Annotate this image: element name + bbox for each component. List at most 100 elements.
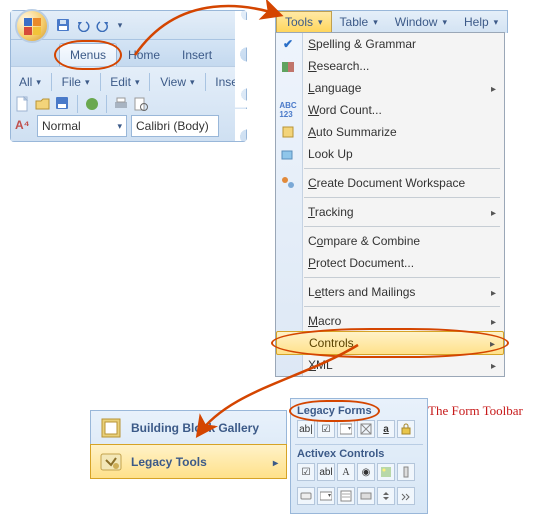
mi-lookup[interactable]: Look Up xyxy=(276,143,504,165)
toolbar-area: All File Edit View Inse xyxy=(11,66,246,141)
mi-label: XML xyxy=(308,358,491,372)
checkbox-icon[interactable]: ☑ xyxy=(317,420,335,438)
mi-compare[interactable]: Compare & Combine xyxy=(276,230,504,252)
mi-autosummarize[interactable]: Auto Summarize xyxy=(276,121,504,143)
mi-label: Spelling & Grammar xyxy=(308,37,496,51)
legacy-forms-icons: ab| ☑ a xyxy=(295,418,423,442)
menu-all[interactable]: All xyxy=(15,73,45,91)
tab-menus[interactable]: Menus xyxy=(59,43,117,66)
building-block-gallery[interactable]: Building Block Gallery xyxy=(91,411,286,445)
ax-button-icon[interactable] xyxy=(297,487,315,505)
preview-icon[interactable] xyxy=(133,96,149,112)
row-label: Legacy Tools xyxy=(131,455,207,469)
spelling-icon: ✔ xyxy=(280,36,296,52)
ribbon-window: ▾ Menus Home Insert All File Edit View I… xyxy=(10,10,247,142)
mi-tracking[interactable]: Tracking xyxy=(276,201,504,223)
menu-edit[interactable]: Edit xyxy=(106,73,143,91)
ax-image-icon[interactable] xyxy=(377,463,395,481)
ribbon-tabs: Menus Home Insert xyxy=(11,40,246,66)
mi-label: Tracking xyxy=(308,205,491,219)
tab-insert[interactable]: Insert xyxy=(171,43,223,66)
menu-label: Table xyxy=(340,15,369,29)
style-value: Normal xyxy=(42,119,81,133)
styles-icon[interactable]: A⁴ xyxy=(15,118,33,134)
new-doc-icon[interactable] xyxy=(15,96,31,112)
menu-label: Help xyxy=(464,15,489,29)
save-icon[interactable] xyxy=(55,17,71,33)
qat-dropdown-icon[interactable]: ▾ xyxy=(115,17,125,33)
mi-label: Auto Summarize xyxy=(308,125,496,139)
ax-checkbox-icon[interactable]: ☑ xyxy=(297,463,315,481)
undo-icon[interactable] xyxy=(75,17,91,33)
mi-research[interactable]: Research... xyxy=(276,55,504,77)
mi-workspace[interactable]: Create Document Workspace xyxy=(276,172,504,194)
mi-label: Letters and Mailings xyxy=(308,285,491,299)
menu-window[interactable]: Window xyxy=(387,11,456,33)
ax-toggle-icon[interactable] xyxy=(357,487,375,505)
menu-label: Window xyxy=(395,15,438,29)
mi-label: Compare & Combine xyxy=(308,234,496,248)
office-button[interactable] xyxy=(15,9,49,43)
tab-home[interactable]: Home xyxy=(117,43,171,66)
icon-toolbar xyxy=(15,93,242,115)
ax-option-icon[interactable]: ◉ xyxy=(357,463,375,481)
workspace-icon xyxy=(280,175,296,191)
group-activex: Activex Controls xyxy=(295,447,423,461)
activex-icons-2 xyxy=(295,485,423,509)
legacy-tools-icon xyxy=(99,450,123,474)
mi-label: Controls xyxy=(309,336,490,350)
ax-textbox-icon[interactable]: abl xyxy=(317,463,335,481)
lock-icon[interactable] xyxy=(397,420,415,438)
save-icon[interactable] xyxy=(55,96,71,112)
menu-tools[interactable]: Tools xyxy=(276,11,332,33)
lookup-icon xyxy=(280,146,296,162)
menu-table[interactable]: Table xyxy=(332,11,387,33)
ax-more-icon[interactable] xyxy=(397,487,415,505)
ax-spin-icon[interactable] xyxy=(377,487,395,505)
mi-macro[interactable]: Macro xyxy=(276,310,504,332)
controls-flyout: Building Block Gallery Legacy Tools xyxy=(90,410,287,479)
annotation-caption: The Form Toolbar xyxy=(428,403,523,419)
research-icon xyxy=(280,58,296,74)
mi-language[interactable]: Language xyxy=(276,77,504,99)
mi-label: Macro xyxy=(308,314,491,328)
tab-label: Menus xyxy=(70,48,106,62)
row-label: Building Block Gallery xyxy=(131,421,259,435)
dropdown-icon[interactable] xyxy=(337,420,355,438)
title-bar: ▾ xyxy=(11,11,246,40)
legacy-tools[interactable]: Legacy Tools xyxy=(90,444,287,479)
format-toolbar: A⁴ Normal ▾ Calibri (Body) xyxy=(15,115,242,137)
open-icon[interactable] xyxy=(35,96,51,112)
font-selector[interactable]: Calibri (Body) xyxy=(131,115,219,137)
mi-label: Create Document Workspace xyxy=(308,176,496,190)
style-selector[interactable]: Normal ▾ xyxy=(37,115,127,137)
redo-icon[interactable] xyxy=(95,17,111,33)
mi-letters[interactable]: Letters and Mailings xyxy=(276,281,504,303)
mi-xml[interactable]: XML xyxy=(276,354,504,376)
ax-scrollbar-icon[interactable] xyxy=(397,463,415,481)
tab-label: Insert xyxy=(182,48,212,62)
ax-label-icon[interactable]: A xyxy=(337,463,355,481)
frame-icon[interactable] xyxy=(357,420,375,438)
permission-icon[interactable] xyxy=(84,96,100,112)
mi-controls[interactable]: Controls xyxy=(276,331,504,355)
gallery-icon xyxy=(99,416,123,440)
mi-label: Protect Document... xyxy=(308,256,496,270)
mi-spelling[interactable]: ✔ Spelling & Grammar xyxy=(276,33,504,55)
menu-help[interactable]: Help xyxy=(456,11,507,33)
menu-view[interactable]: View xyxy=(156,73,198,91)
menu-toolbar: All File Edit View Inse xyxy=(15,71,242,93)
classic-menubar: Tools Table Window Help xyxy=(275,10,508,33)
textfield-icon[interactable]: ab| xyxy=(297,420,315,438)
shading-icon[interactable]: a xyxy=(377,420,395,438)
menu-insert-cut[interactable]: Inse xyxy=(211,73,242,91)
ax-listbox-icon[interactable] xyxy=(337,487,355,505)
print-icon[interactable] xyxy=(113,96,129,112)
menu-file[interactable]: File xyxy=(58,73,94,91)
group-legacy-forms: Legacy Forms xyxy=(295,404,374,418)
mi-protect[interactable]: Protect Document... xyxy=(276,252,504,274)
mi-label: Language xyxy=(308,81,491,95)
ax-combo-icon[interactable] xyxy=(317,487,335,505)
font-value: Calibri (Body) xyxy=(136,119,209,133)
mi-wordcount[interactable]: ABC123 Word Count... xyxy=(276,99,504,121)
